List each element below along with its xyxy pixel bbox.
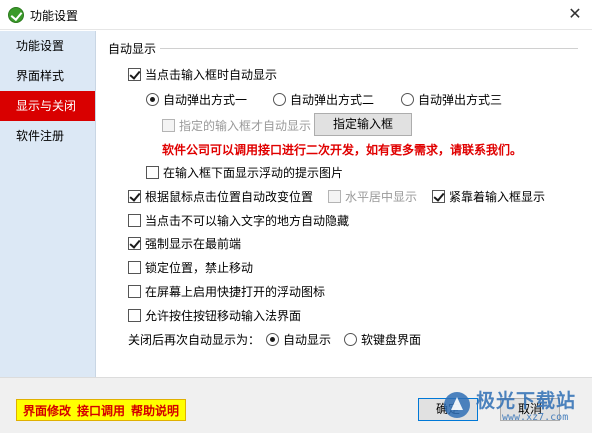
stick-to-input-option[interactable]: 紧靠着输入框显示 bbox=[432, 187, 545, 205]
horizontal-center-option[interactable]: 水平居中显示 bbox=[328, 187, 417, 205]
checkbox[interactable] bbox=[128, 67, 141, 81]
title-bar: 功能设置 ✕ bbox=[0, 0, 592, 30]
ok-button[interactable]: 确定 bbox=[418, 398, 478, 421]
checkbox[interactable] bbox=[128, 213, 141, 227]
option-label: 软键盘界面 bbox=[361, 332, 422, 347]
checkbox[interactable] bbox=[128, 236, 141, 250]
popup-mode-2-option[interactable]: 自动弹出方式二 bbox=[273, 90, 374, 108]
option-label: 在输入框下面显示浮动的提示图片 bbox=[163, 165, 344, 180]
option-label: 水平居中显示 bbox=[345, 189, 418, 204]
option-label: 自动显示 bbox=[283, 332, 332, 347]
group-divider bbox=[160, 48, 578, 49]
change-position-option[interactable]: 根据鼠标点击位置自动改变位置 bbox=[128, 187, 313, 205]
option-label: 锁定位置，禁止移动 bbox=[145, 260, 254, 275]
window-title: 功能设置 bbox=[30, 9, 79, 23]
sidebar: 功能设置 界面样式 显示与关闭 软件注册 bbox=[0, 31, 96, 377]
quick-open-icon-option[interactable]: 在屏幕上启用快捷打开的浮动图标 bbox=[128, 282, 325, 300]
option-label: 自动弹出方式一 bbox=[163, 92, 248, 107]
specify-input-box-button[interactable]: 指定输入框 bbox=[314, 113, 412, 136]
settings-panel: 自动显示 当点击输入框时自动显示 自动弹出方式一 自动弹出方式二 自动弹出方式三… bbox=[96, 31, 592, 377]
radio-button[interactable] bbox=[344, 332, 357, 346]
option-label: 紧靠着输入框显示 bbox=[449, 189, 546, 204]
radio-button[interactable] bbox=[266, 332, 279, 346]
specified-only-option[interactable]: 指定的输入框才自动显示 bbox=[162, 116, 311, 134]
option-label: 强制显示在最前端 bbox=[145, 236, 242, 251]
option-label: 根据鼠标点击位置自动改变位置 bbox=[145, 189, 314, 204]
option-label: 在屏幕上启用快捷打开的浮动图标 bbox=[145, 284, 326, 299]
checkbox[interactable] bbox=[128, 260, 141, 274]
checkbox[interactable] bbox=[128, 189, 141, 203]
auto-show-on-click-option[interactable]: 当点击输入框时自动显示 bbox=[128, 65, 277, 83]
cancel-button[interactable]: 取消 bbox=[500, 398, 560, 421]
radio-button[interactable] bbox=[401, 92, 414, 106]
radio-button[interactable] bbox=[146, 92, 159, 106]
sidebar-item-display-close[interactable]: 显示与关闭 bbox=[0, 91, 95, 121]
option-label: 当点击输入框时自动显示 bbox=[145, 67, 278, 82]
radio-button[interactable] bbox=[273, 92, 286, 106]
reopen-auto-show-option[interactable]: 自动显示 bbox=[266, 330, 331, 348]
allow-drag-option[interactable]: 允许按住按钮移动输入法界面 bbox=[128, 306, 301, 324]
link-api-call[interactable]: 接口调用 bbox=[77, 402, 125, 419]
developer-notice: 软件公司可以调用接口进行二次开发，如有更多需求，请联系我们。 bbox=[162, 142, 523, 157]
popup-mode-3-option[interactable]: 自动弹出方式三 bbox=[401, 90, 502, 108]
checkbox[interactable] bbox=[128, 284, 141, 298]
checkbox[interactable] bbox=[328, 189, 341, 203]
option-label: 当点击不可以输入文字的地方自动隐藏 bbox=[145, 213, 350, 228]
option-label: 自动弹出方式三 bbox=[418, 92, 503, 107]
close-button[interactable]: ✕ bbox=[558, 0, 592, 30]
option-label: 指定的输入框才自动显示 bbox=[179, 118, 312, 133]
popup-mode-1-option[interactable]: 自动弹出方式一 bbox=[146, 90, 247, 108]
sidebar-item-registration[interactable]: 软件注册 bbox=[0, 121, 95, 151]
reopen-soft-keyboard-option[interactable]: 软键盘界面 bbox=[344, 330, 421, 348]
sidebar-item-interface-style[interactable]: 界面样式 bbox=[0, 61, 95, 91]
app-check-icon bbox=[8, 7, 24, 23]
sidebar-item-function-settings[interactable]: 功能设置 bbox=[0, 31, 95, 61]
group-title: 自动显示 bbox=[108, 42, 157, 56]
always-on-top-option[interactable]: 强制显示在最前端 bbox=[128, 234, 241, 252]
lock-position-option[interactable]: 锁定位置，禁止移动 bbox=[128, 258, 253, 276]
footer-bar: 界面修改 接口调用 帮助说明 确定 取消 极光下载站 www.xz7.com bbox=[0, 377, 592, 433]
floating-image-option[interactable]: 在输入框下面显示浮动的提示图片 bbox=[146, 163, 343, 181]
checkbox[interactable] bbox=[432, 189, 445, 203]
reopen-label: 关闭后再次自动显示为： bbox=[128, 332, 261, 347]
checkbox[interactable] bbox=[146, 165, 159, 179]
checkbox[interactable] bbox=[128, 308, 141, 322]
help-links: 界面修改 接口调用 帮助说明 bbox=[16, 399, 187, 421]
checkbox[interactable] bbox=[162, 118, 175, 132]
link-help[interactable]: 帮助说明 bbox=[131, 402, 179, 419]
option-label: 允许按住按钮移动输入法界面 bbox=[145, 308, 302, 323]
auto-hide-option[interactable]: 当点击不可以输入文字的地方自动隐藏 bbox=[128, 211, 349, 229]
link-interface-edit[interactable]: 界面修改 bbox=[23, 402, 71, 419]
option-label: 自动弹出方式二 bbox=[290, 92, 375, 107]
